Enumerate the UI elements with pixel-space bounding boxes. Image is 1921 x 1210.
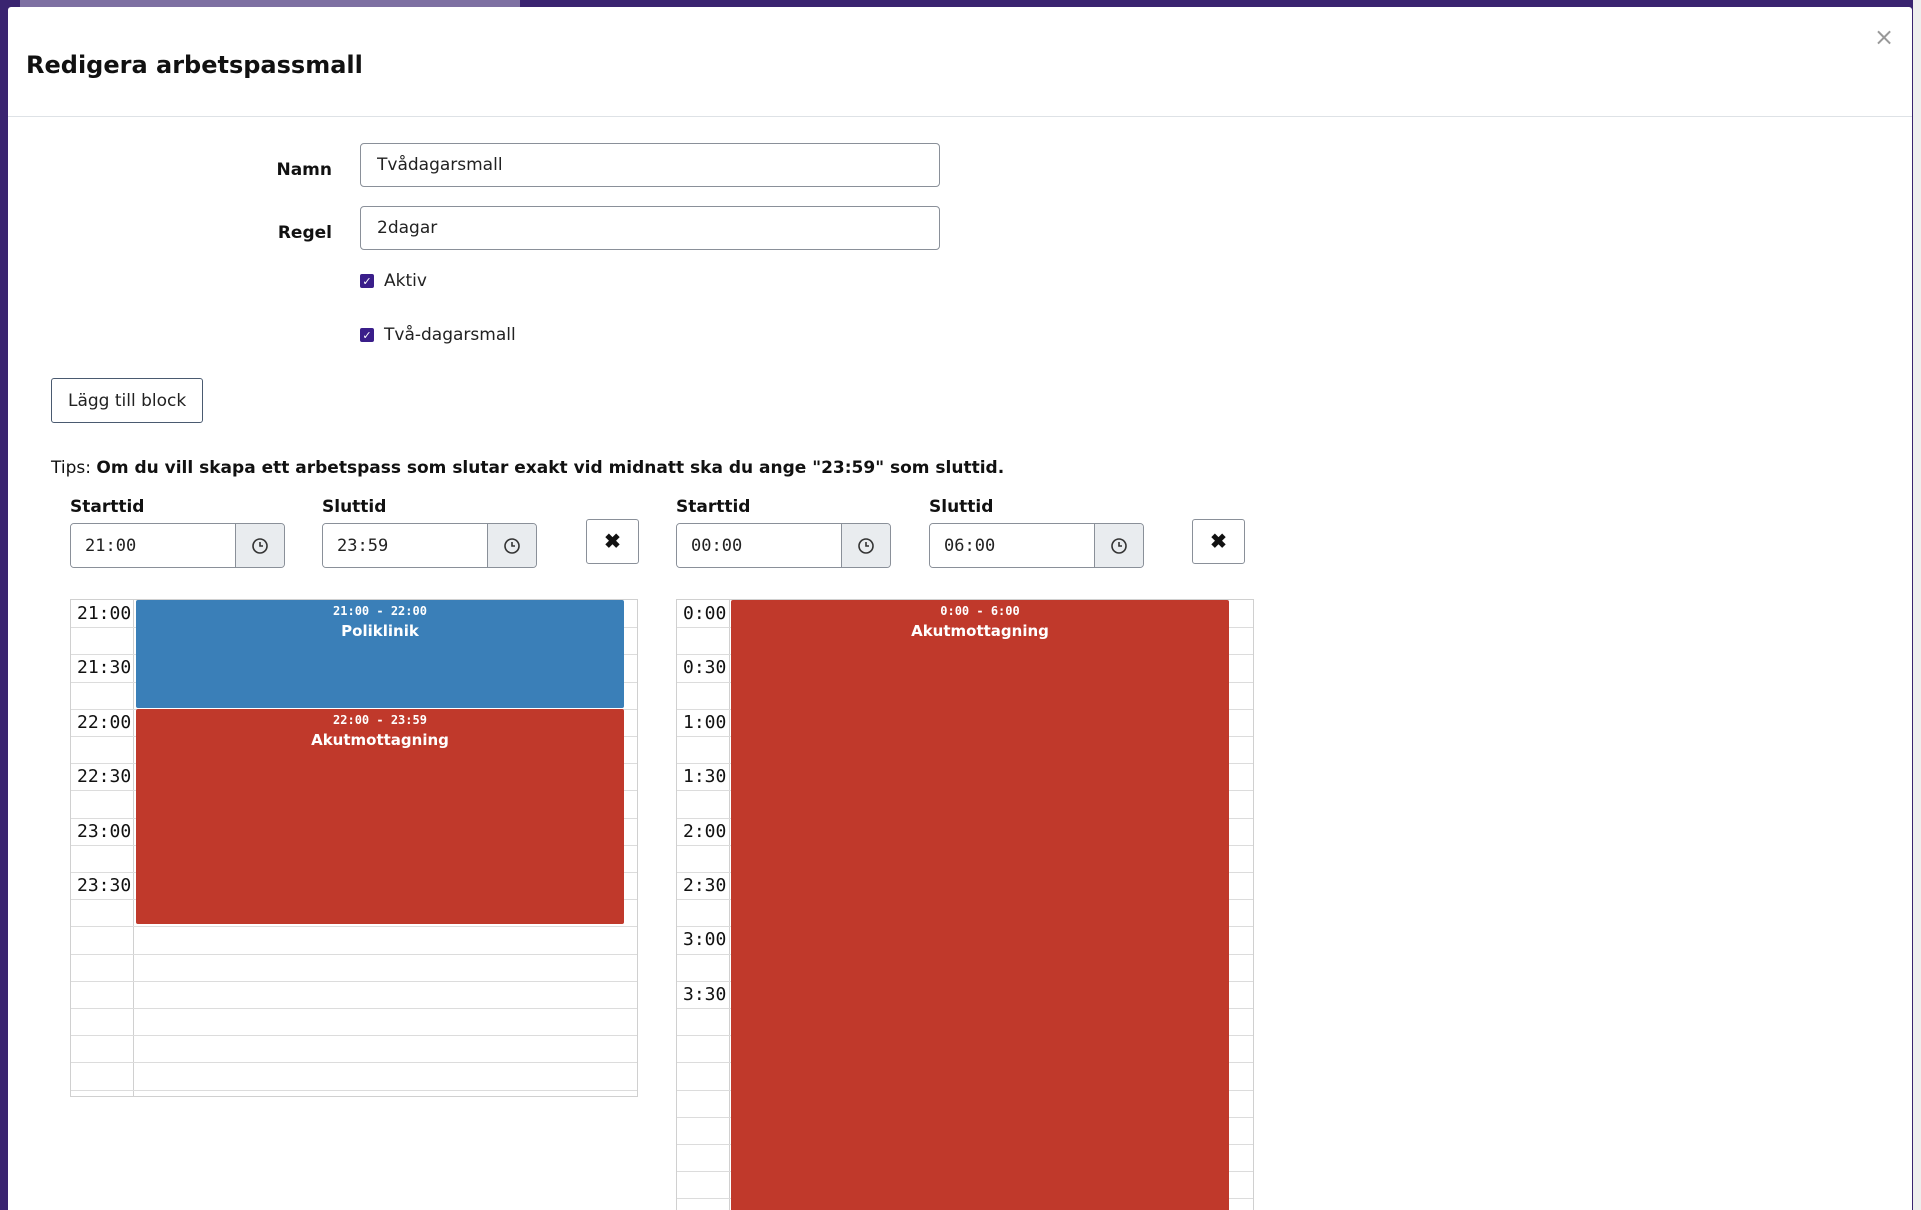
time-tick-label: 22:00: [77, 711, 132, 733]
block2-end-group: [929, 523, 1144, 568]
time-tick-label: 23:30: [77, 875, 132, 896]
slot-line: [71, 926, 637, 928]
clock-icon[interactable]: [235, 524, 284, 567]
block1-end-group: [322, 523, 537, 568]
time-column-divider: [729, 600, 730, 1210]
slot-line: [71, 980, 637, 982]
slot-line: [71, 953, 637, 955]
time-tick-label: 21:30: [77, 657, 132, 679]
rule-label: Regel: [277, 223, 332, 243]
clock-icon[interactable]: [487, 524, 536, 567]
event-title: Poliklinik: [341, 622, 419, 640]
block2-start-input[interactable]: [677, 524, 841, 567]
block2-end-input[interactable]: [930, 524, 1094, 567]
edit-shift-template-modal: Redigera arbetspassmall × Namn Regel ✓ A…: [8, 7, 1912, 1210]
time-tick-label: 0:30: [683, 657, 727, 679]
block1-remove-button[interactable]: ✖: [586, 519, 639, 564]
time-column-divider: [133, 600, 134, 1096]
modal-header: Redigera arbetspassmall ×: [8, 7, 1912, 117]
time-tick-label: 23:00: [77, 820, 132, 842]
time-tick-label: 21:00: [77, 603, 132, 624]
tips-text: Tips: Om du vill skapa ett arbetspass so…: [51, 458, 1004, 478]
calendar-event[interactable]: 21:00 - 22:00 Poliklinik: [136, 600, 624, 708]
block1-start-input[interactable]: [71, 524, 235, 567]
add-block-button[interactable]: Lägg till block: [51, 378, 204, 423]
name-label: Namn: [276, 160, 332, 180]
calendar-event[interactable]: 0:00 - 6:00 Akutmottagning: [731, 600, 1229, 1210]
clock-icon[interactable]: [1094, 524, 1143, 567]
block1-calendar: 21:00 21:30 22:00 22:30 23:00 23:30 21:00 - 22…: [70, 599, 638, 1097]
block1-start-label: Starttid: [70, 497, 145, 517]
rule-input[interactable]: [360, 206, 940, 250]
block1-end-label: Sluttid: [322, 497, 387, 517]
block1-start-group: [70, 523, 285, 568]
block2-calendar: 0:00 0:30 1:00 1:30 2:00 2:30 3:00 3:30 0:00 - 6…: [676, 599, 1254, 1210]
block2-start-label: Starttid: [676, 497, 751, 517]
check-icon: ✓: [362, 274, 372, 288]
time-tick-label: 1:00: [683, 711, 727, 733]
two-day-checkbox[interactable]: ✓: [360, 328, 374, 342]
modal-title: Redigera arbetspassmall: [26, 51, 363, 79]
backdrop-right-edge: [1913, 0, 1921, 1210]
event-time: 0:00 - 6:00: [940, 604, 1020, 618]
slot-line: [71, 1008, 637, 1009]
block2-start-group: [676, 523, 891, 568]
active-checkbox[interactable]: ✓: [360, 274, 374, 288]
time-tick-label: 0:00: [683, 603, 727, 624]
block1-end-input[interactable]: [323, 524, 487, 567]
slot-line: [71, 1035, 637, 1037]
event-title: Akutmottagning: [311, 730, 449, 749]
time-tick-label: 3:30: [683, 983, 727, 1005]
slot-line: [71, 1089, 637, 1091]
event-time: 22:00 - 23:59: [333, 712, 427, 727]
check-icon: ✓: [362, 328, 372, 342]
two-day-label: Två-dagarsmall: [384, 325, 516, 345]
time-tick-label: 2:00: [683, 820, 727, 842]
two-day-checkbox-row[interactable]: ✓ Två-dagarsmall: [360, 325, 516, 345]
block2-remove-button[interactable]: ✖: [1192, 519, 1245, 564]
time-tick-label: 2:30: [683, 875, 727, 896]
event-time: 21:00 - 22:00: [333, 604, 427, 618]
close-icon: ✖: [604, 531, 621, 553]
active-checkbox-row[interactable]: ✓ Aktiv: [360, 271, 427, 291]
time-tick-label: 3:00: [683, 929, 727, 951]
tips-body: Om du vill skapa ett arbetspass som slut…: [96, 458, 1005, 478]
event-title: Akutmottagning: [911, 622, 1049, 640]
slot-line: [71, 1062, 637, 1064]
tips-prefix: Tips:: [51, 458, 97, 478]
calendar-event[interactable]: 22:00 - 23:59 Akutmottagning: [136, 708, 624, 924]
block2-end-label: Sluttid: [929, 497, 994, 517]
name-input[interactable]: [360, 143, 940, 187]
active-label: Aktiv: [384, 271, 427, 291]
clock-icon[interactable]: [841, 524, 890, 567]
time-tick-label: 1:30: [683, 766, 727, 788]
close-icon: ✖: [1210, 531, 1227, 553]
time-tick-label: 22:30: [77, 766, 132, 788]
close-button[interactable]: ×: [1872, 25, 1896, 49]
